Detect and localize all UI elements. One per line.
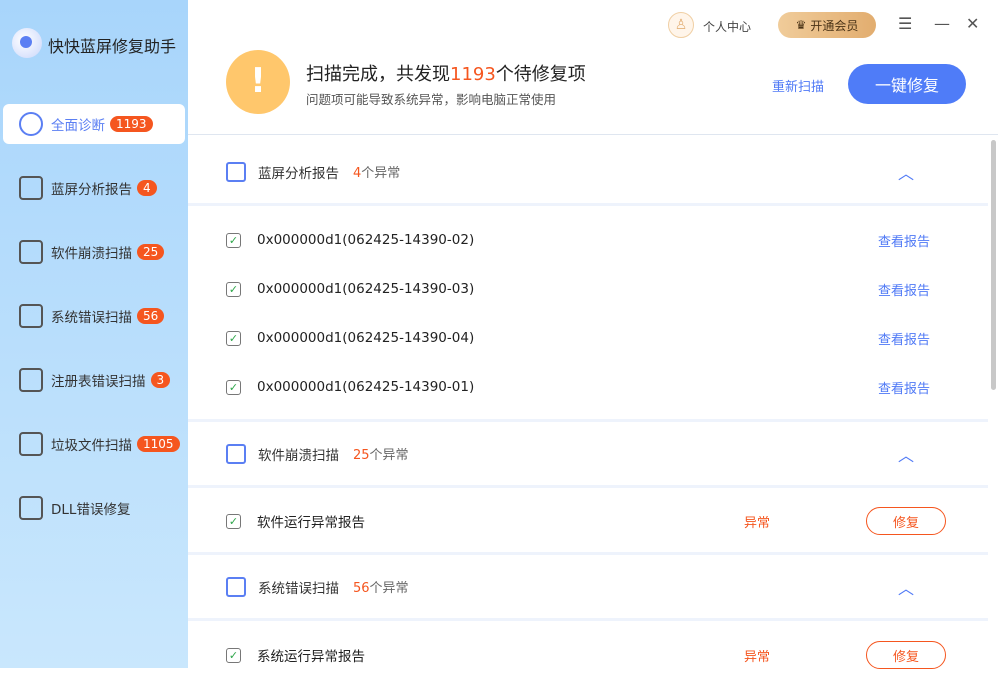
sidebar-item-bsod-report[interactable]: 蓝屏分析报告 4: [3, 168, 185, 208]
window-gear-icon: [19, 304, 43, 328]
section-count: 4个异常: [353, 162, 400, 181]
sidebar-item-label: 蓝屏分析报告: [51, 178, 132, 198]
scan-result-title: 扫描完成，共发现1193个待修复项: [306, 60, 586, 86]
item-name: 0x000000d1(062425-14390-02): [257, 232, 474, 248]
list-item: ✓ 0x000000d1(062425-14390-04) 查看报告: [188, 314, 988, 362]
checkbox[interactable]: ✓: [226, 380, 241, 395]
count-badge: 3: [151, 372, 171, 388]
crown-icon: ♛: [796, 18, 807, 32]
scrollbar[interactable]: [991, 140, 996, 390]
section-title: 软件崩溃扫描: [258, 444, 339, 464]
sidebar-item-label: 软件崩溃扫描: [51, 242, 132, 262]
vip-button[interactable]: ♛开通会员: [778, 12, 876, 38]
sidebar-item-dll-repair[interactable]: DLL错误修复: [3, 488, 185, 528]
warning-icon: !: [226, 50, 290, 114]
item-name: 0x000000d1(062425-14390-01): [257, 379, 474, 395]
chevron-up-icon[interactable]: ︿: [898, 442, 914, 466]
repair-button[interactable]: 修复: [866, 507, 946, 535]
sidebar-item-full-diagnosis[interactable]: 全面诊断 1193: [3, 104, 185, 144]
sidebar-item-label: DLL错误修复: [51, 498, 130, 518]
close-icon[interactable]: ✕: [966, 14, 979, 33]
user-center-link[interactable]: 个人中心: [703, 18, 751, 35]
list-item: ✓ 0x000000d1(062425-14390-03) 查看报告: [188, 265, 988, 313]
list-item: ✓ 系统运行异常报告 异常 修复: [188, 631, 988, 679]
section-header[interactable]: 软件崩溃扫描 25个异常 ︿: [188, 422, 988, 488]
app-title: 快快蓝屏修复助手: [48, 33, 176, 57]
window-gear-icon: [226, 577, 246, 597]
section-title: 蓝屏分析报告: [258, 162, 339, 182]
target-icon: [19, 112, 43, 136]
rescan-link[interactable]: 重新扫描: [772, 76, 824, 95]
trash-icon: [19, 432, 43, 456]
view-report-link[interactable]: 查看报告: [878, 378, 930, 397]
section-header[interactable]: 蓝屏分析报告 4个异常 ︿: [188, 140, 988, 206]
count-badge: 4: [137, 180, 157, 196]
chevron-up-icon[interactable]: ︿: [898, 575, 914, 599]
menu-icon[interactable]: ☰: [898, 14, 912, 33]
window-pulse-icon: [19, 240, 43, 264]
checkbox[interactable]: ✓: [226, 331, 241, 346]
summary-header: ♙ 个人中心 ♛开通会员 ☰ — ✕ ! 扫描完成，共发现1193个待修复项 问…: [188, 0, 998, 135]
count-badge: 1105: [137, 436, 180, 452]
sidebar-item-registry[interactable]: 注册表错误扫描 3: [3, 360, 185, 400]
repair-button[interactable]: 修复: [866, 641, 946, 669]
count-badge: 25: [137, 244, 164, 260]
results-list: 蓝屏分析报告 4个异常 ︿ ✓ 0x000000d1(062425-14390-02)…: [188, 135, 998, 668]
section-header[interactable]: 系统错误扫描 56个异常 ︿: [188, 555, 988, 621]
checkbox[interactable]: ✓: [226, 648, 241, 663]
section-count: 56个异常: [353, 577, 409, 596]
count-badge: 56: [137, 308, 164, 324]
sidebar-item-label: 垃圾文件扫描: [51, 434, 132, 454]
dll-file-icon: [19, 496, 43, 520]
count-badge: 1193: [110, 116, 153, 132]
chevron-up-icon[interactable]: ︿: [898, 160, 914, 184]
sidebar-item-label: 全面诊断: [51, 114, 105, 134]
sidebar: 快快蓝屏修复助手 全面诊断 1193 蓝屏分析报告 4 软件崩溃扫描 25 系统错误扫…: [0, 0, 188, 668]
chart-report-icon: [226, 162, 246, 182]
list-item: ✓ 软件运行异常报告 异常 修复: [188, 497, 988, 545]
item-name: 软件运行异常报告: [257, 511, 365, 531]
sidebar-item-junk-files[interactable]: 垃圾文件扫描 1105: [3, 424, 185, 464]
sidebar-item-label: 注册表错误扫描: [51, 370, 146, 390]
one-click-fix-button[interactable]: 一键修复: [848, 64, 966, 104]
view-report-link[interactable]: 查看报告: [878, 280, 930, 299]
list-item: ✓ 0x000000d1(062425-14390-02) 查看报告: [188, 216, 988, 264]
view-report-link[interactable]: 查看报告: [878, 329, 930, 348]
checkbox[interactable]: ✓: [226, 514, 241, 529]
section-count: 25个异常: [353, 444, 409, 463]
checkbox[interactable]: ✓: [226, 233, 241, 248]
minimize-icon[interactable]: —: [934, 14, 950, 33]
item-name: 0x000000d1(062425-14390-04): [257, 330, 474, 346]
item-name: 系统运行异常报告: [257, 645, 365, 665]
sidebar-item-label: 系统错误扫描: [51, 306, 132, 326]
document-icon: [19, 368, 43, 392]
vip-label: 开通会员: [810, 17, 858, 34]
app-logo-icon: [12, 28, 42, 58]
sidebar-item-system-error[interactable]: 系统错误扫描 56: [3, 296, 185, 336]
section-title: 系统错误扫描: [258, 577, 339, 597]
list-item: ✓ 0x000000d1(062425-14390-01) 查看报告: [188, 363, 988, 411]
scan-result-subtitle: 问题项可能导致系统异常，影响电脑正常使用: [306, 89, 556, 108]
item-name: 0x000000d1(062425-14390-03): [257, 281, 474, 297]
avatar-icon[interactable]: ♙: [668, 12, 694, 38]
status-label: 异常: [744, 512, 770, 531]
window-pulse-icon: [226, 444, 246, 464]
status-label: 异常: [744, 646, 770, 665]
report-icon: [19, 176, 43, 200]
view-report-link[interactable]: 查看报告: [878, 231, 930, 250]
checkbox[interactable]: ✓: [226, 282, 241, 297]
sidebar-item-software-crash[interactable]: 软件崩溃扫描 25: [3, 232, 185, 272]
